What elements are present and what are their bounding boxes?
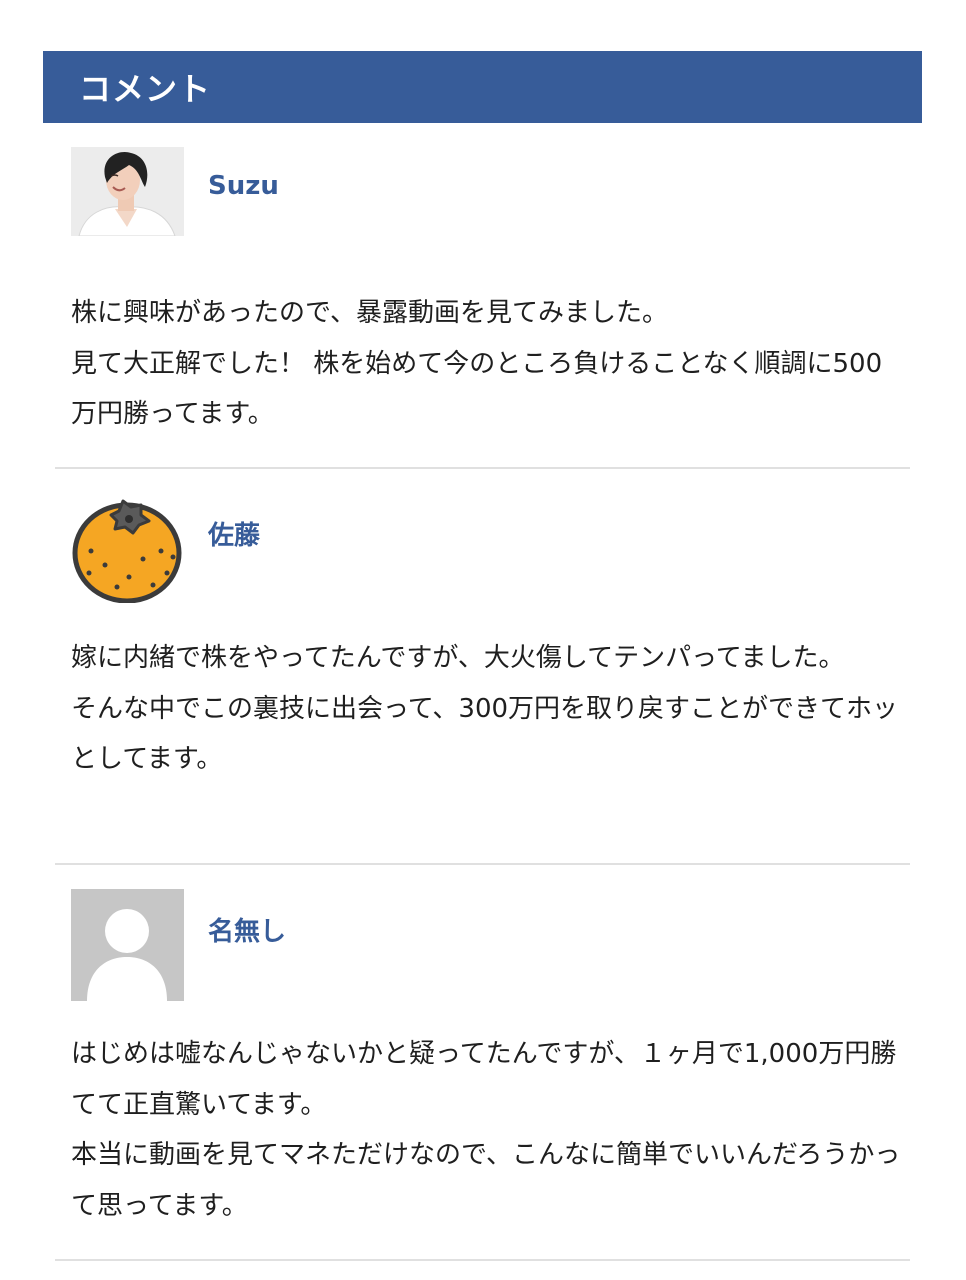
comment-item: 名無し はじめは嘘なんじゃないかと疑ってたんですが、１ヶ月で1,000万円勝てて… <box>55 865 910 1261</box>
comments-title: コメント <box>79 70 212 108</box>
comment-item: Suzu 株に興味があったので、暴露動画を見てみました。 見て大正解でした！ 株… <box>55 147 910 469</box>
comment-line: 株に興味があったので、暴露動画を見てみました。 <box>71 298 668 328</box>
comment-item: 佐藤 嫁に内緒で株をやってたんですが、大火傷してテンパってました。 そんな中でこ… <box>55 469 910 865</box>
comment-line: そんな中でこの裏技に出会って、300万円を取り戻すことができてホッとしてます。 <box>71 693 899 775</box>
comment-line: はじめは嘘なんじゃないかと疑ってたんですが、１ヶ月で1,000万円勝てて正直驚い… <box>71 1039 897 1120</box>
comment-author: 佐藤 <box>208 521 261 551</box>
comment-body: 株に興味があったので、暴露動画を見てみました。 見て大正解でした！ 株を始めて今… <box>71 288 901 440</box>
comment-line: 見て大正解でした！ 株を始めて今のところ負けることなく順調に500万円勝ってます… <box>71 348 883 430</box>
default-user-icon <box>71 889 184 1001</box>
comments-header: コメント <box>43 51 922 123</box>
comment-line: 本当に動画を見てマネただけなので、こんなに簡単でいいんだろうかって思ってます。 <box>71 1140 901 1221</box>
comment-body: 嫁に内緒で株をやってたんですが、大火傷してテンパってました。 そんな中でこの裏技… <box>71 633 901 785</box>
orange-fruit-icon <box>71 493 184 603</box>
comment-body: はじめは嘘なんじゃないかと疑ってたんですが、１ヶ月で1,000万円勝てて正直驚い… <box>71 1029 901 1231</box>
comment-author: 名無し <box>208 917 287 947</box>
woman-photo-icon <box>71 147 184 236</box>
comment-author: Suzu <box>208 171 279 201</box>
comment-line: 嫁に内緒で株をやってたんですが、大火傷してテンパってました。 <box>71 643 845 673</box>
